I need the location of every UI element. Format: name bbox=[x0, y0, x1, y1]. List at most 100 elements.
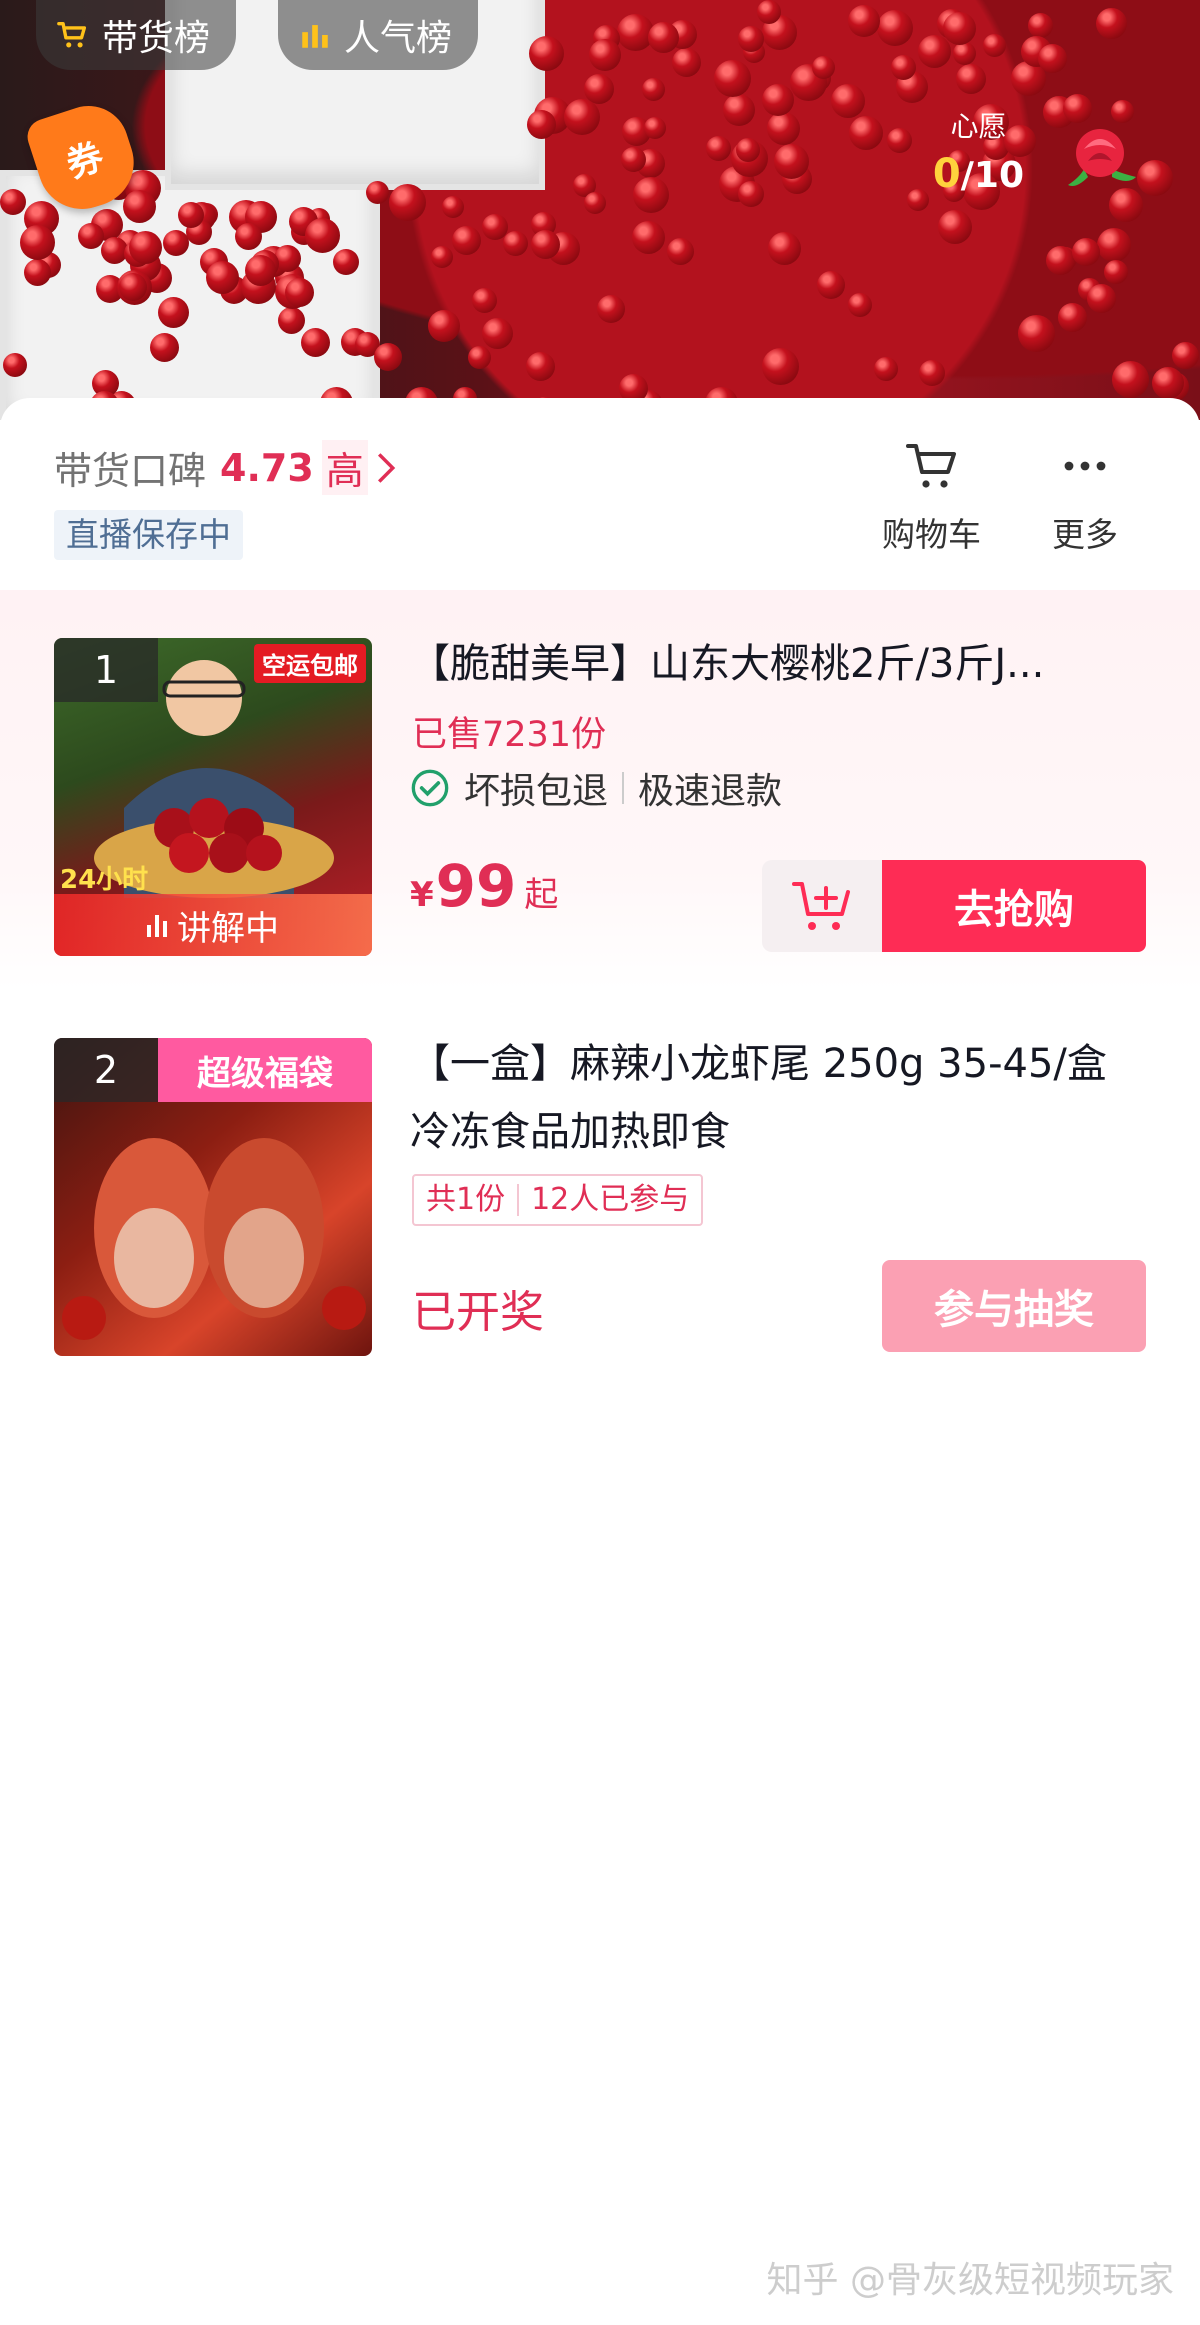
cherry-image bbox=[374, 343, 402, 371]
rating-label: 带货口碑 bbox=[54, 449, 207, 493]
cherry-image bbox=[158, 297, 189, 328]
cherry-image bbox=[943, 12, 976, 45]
chevron-right-icon bbox=[377, 452, 396, 483]
cherry-image bbox=[849, 116, 883, 150]
cherry-image bbox=[1112, 361, 1149, 398]
cherry-image bbox=[431, 246, 453, 268]
cherry-image bbox=[589, 39, 621, 71]
product-thumbnail[interactable]: 2 超级福袋 bbox=[54, 1038, 372, 1356]
cherry-image bbox=[206, 261, 239, 294]
rose-icon bbox=[1068, 129, 1136, 186]
guarantee-fast-refund: 极速退款 bbox=[638, 771, 783, 812]
add-to-cart-button[interactable] bbox=[762, 860, 882, 952]
rank-number: 2 bbox=[54, 1038, 158, 1102]
lottery-participants: 12人已参与 bbox=[531, 1182, 690, 1217]
cherry-image bbox=[305, 218, 340, 253]
cherry-image bbox=[877, 10, 913, 46]
cherry-image bbox=[723, 94, 755, 126]
product-item[interactable]: 2 超级福袋 【一盒】麻辣小龙虾尾 250g 35-45/盒 冷冻食品加热即食 … bbox=[0, 990, 1200, 1390]
cherry-image bbox=[738, 181, 764, 207]
cherry-image bbox=[503, 231, 528, 256]
service-guarantees: 坏损包退 极速退款 bbox=[410, 762, 782, 814]
rank-number: 1 bbox=[54, 638, 158, 702]
cherry-image bbox=[1072, 238, 1100, 266]
cherry-image bbox=[633, 177, 669, 213]
cherry-image bbox=[564, 99, 600, 135]
lottery-status: 已开奖 bbox=[412, 1287, 544, 1338]
cherry-image bbox=[848, 293, 872, 317]
more-button[interactable]: 更多 bbox=[1052, 438, 1118, 556]
wish-label: 心愿 bbox=[950, 110, 1007, 143]
cherry-image bbox=[918, 35, 951, 68]
cherry-image bbox=[163, 230, 189, 256]
cherry-image bbox=[3, 353, 27, 377]
product-title[interactable]: 【脆甜美早】山东大樱桃2斤/3斤J... bbox=[410, 630, 1150, 698]
cherry-image bbox=[129, 231, 162, 264]
svg-text:24小时: 24小时 bbox=[60, 865, 148, 895]
cherry-image bbox=[584, 192, 606, 214]
cherry-image bbox=[919, 360, 945, 386]
cherry-image bbox=[366, 181, 389, 204]
cherry-image bbox=[706, 136, 731, 161]
cherry-image bbox=[529, 36, 564, 71]
cherry-image bbox=[736, 138, 760, 162]
cherry-image bbox=[452, 226, 481, 255]
buy-now-button[interactable]: 去抢购 bbox=[882, 860, 1146, 952]
rating-level: 高 bbox=[321, 440, 368, 495]
cherry-image bbox=[642, 78, 665, 101]
explaining-status: 讲解中 bbox=[54, 894, 372, 956]
product-list-sheet: 带货口碑 4.73 高 直播保存中 购物车 更多 24小时 1 空运包邮 讲解中… bbox=[0, 398, 1200, 2325]
wish-count: 0/10 bbox=[933, 151, 1024, 197]
sheet-header: 带货口碑 4.73 高 直播保存中 购物车 更多 bbox=[0, 398, 1200, 590]
join-lottery-button[interactable]: 参与抽奖 bbox=[882, 1260, 1146, 1352]
cart-label: 购物车 bbox=[882, 515, 981, 554]
popularity-ranking-label: 人气榜 bbox=[344, 18, 453, 59]
cherry-image bbox=[1096, 8, 1127, 39]
cherry-image bbox=[644, 117, 666, 139]
product-item[interactable]: 24小时 1 空运包邮 讲解中 【脆甜美早】山东大樱桃2斤/3斤J... 已售7… bbox=[0, 590, 1200, 990]
cherry-image bbox=[887, 128, 912, 153]
wish-widget[interactable]: 心愿 0/10 bbox=[933, 105, 1140, 197]
bar-chart-icon bbox=[302, 25, 328, 48]
cherry-image bbox=[24, 259, 51, 286]
cherry-image bbox=[774, 144, 809, 179]
product-title[interactable]: 【一盒】麻辣小龙虾尾 250g 35-45/盒 冷冻食品加热即食 bbox=[410, 1030, 1150, 1166]
cherry-image bbox=[874, 357, 898, 381]
product-price: ¥ 99 起 bbox=[410, 852, 558, 920]
cherry-image bbox=[1018, 315, 1055, 352]
cherry-image bbox=[848, 5, 880, 37]
cherry-image bbox=[119, 273, 147, 301]
cherry-image bbox=[953, 42, 976, 65]
cherry-image bbox=[762, 84, 794, 116]
check-circle-icon bbox=[411, 769, 449, 807]
cherry-image bbox=[472, 288, 497, 313]
product-thumbnail[interactable]: 24小时 1 空运包邮 讲解中 bbox=[54, 638, 372, 956]
cherry-image bbox=[20, 225, 55, 260]
coupon-label: 券 bbox=[61, 136, 109, 187]
cart-button[interactable]: 购物车 bbox=[882, 438, 981, 556]
cherry-image bbox=[333, 249, 359, 275]
cherry-image bbox=[482, 214, 508, 240]
sales-ranking-tab[interactable]: 带货榜 bbox=[36, 0, 237, 70]
cherry-image bbox=[1028, 13, 1053, 38]
guarantee-damage-refund: 坏损包退 bbox=[464, 771, 609, 812]
cherry-image bbox=[1097, 228, 1131, 262]
cherry-image bbox=[178, 202, 204, 228]
cherry-image bbox=[301, 328, 330, 357]
cherry-image bbox=[235, 223, 262, 250]
cherry-image bbox=[527, 110, 556, 139]
cherry-image bbox=[150, 333, 179, 362]
cherry-image bbox=[621, 147, 646, 172]
more-label: 更多 bbox=[1052, 515, 1118, 554]
cherry-image bbox=[245, 255, 276, 286]
lottery-count: 共1份 bbox=[426, 1182, 506, 1217]
super-lucky-bag-tag: 超级福袋 bbox=[158, 1038, 372, 1102]
popularity-ranking-tab[interactable]: 人气榜 bbox=[278, 0, 479, 70]
cherry-image bbox=[1046, 246, 1075, 275]
reputation-rating[interactable]: 带货口碑 4.73 高 bbox=[54, 440, 398, 495]
rating-score: 4.73 bbox=[220, 445, 314, 490]
cherry-image bbox=[428, 310, 460, 342]
cart-plus-icon bbox=[792, 882, 850, 930]
live-saving-status: 直播保存中 bbox=[54, 510, 243, 560]
cherry-image bbox=[907, 189, 929, 211]
